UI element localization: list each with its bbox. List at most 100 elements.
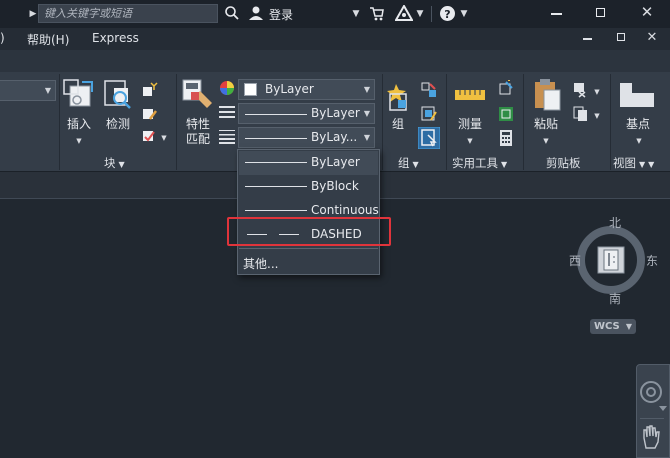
block-tools-dropdown-arrow-icon[interactable]: ▼ bbox=[159, 130, 169, 146]
color-combo[interactable]: ByLayer ▼ bbox=[238, 79, 375, 100]
match-properties-button-line1[interactable]: 特性 bbox=[182, 117, 214, 132]
linetype-icon[interactable] bbox=[219, 106, 235, 118]
color-combo-value: ByLayer bbox=[265, 82, 314, 96]
viewcube-north-label[interactable]: 北 bbox=[609, 214, 621, 231]
doc-restore-icon[interactable] bbox=[617, 33, 625, 41]
color-swatch bbox=[244, 83, 257, 96]
viewcube-south-label[interactable]: 南 bbox=[609, 290, 621, 307]
ribbon-divider bbox=[446, 74, 447, 170]
base-point-button[interactable]: 基点 bbox=[620, 117, 656, 132]
match-properties-button-line2[interactable]: 匹配 bbox=[182, 132, 214, 147]
calculator-icon[interactable] bbox=[498, 130, 514, 146]
linetype-preview-solid bbox=[245, 210, 307, 211]
doc-close-icon[interactable]: ✕ bbox=[646, 30, 658, 46]
nav-divider bbox=[640, 418, 664, 419]
minimize-icon[interactable] bbox=[551, 13, 562, 15]
paste-button[interactable]: 粘贴 bbox=[530, 117, 562, 132]
select-all-icon[interactable] bbox=[498, 106, 514, 122]
wcs-button[interactable]: WCS ▼ bbox=[590, 319, 636, 334]
ribbon-tab-strip bbox=[0, 50, 670, 72]
help-icon[interactable]: ? bbox=[439, 5, 456, 22]
base-point-icon[interactable] bbox=[620, 83, 654, 109]
linetype-combo-value: ByLayer bbox=[311, 106, 360, 120]
block-panel-arrow-icon: ▼ bbox=[118, 160, 125, 169]
linetype-combo[interactable]: ByLayer ▼ bbox=[238, 103, 375, 124]
clipboard-panel-title[interactable]: 剪贴板 bbox=[546, 155, 581, 171]
lineweight-combo[interactable]: ByLay... ▼ bbox=[238, 127, 375, 148]
insert-block-icon[interactable] bbox=[62, 78, 96, 112]
cut-icon[interactable] bbox=[573, 82, 589, 98]
linetype-option-byblock[interactable]: ByBlock bbox=[239, 175, 378, 199]
search-icon[interactable] bbox=[224, 5, 240, 21]
edit-attributes-icon[interactable] bbox=[142, 128, 158, 144]
ribbon-divider bbox=[610, 74, 611, 170]
detect-button[interactable]: 检测 bbox=[102, 117, 134, 132]
user-icon[interactable] bbox=[248, 5, 264, 21]
linetype-combo-preview bbox=[245, 114, 307, 115]
lineweight-combo-value: ByLay... bbox=[311, 130, 358, 144]
insert-button[interactable]: 插入 bbox=[64, 117, 94, 132]
svg-text:?: ? bbox=[444, 8, 450, 21]
paste-icon[interactable] bbox=[532, 78, 562, 112]
group-select-icon[interactable] bbox=[418, 127, 440, 149]
linetype-option-other[interactable]: 其他... bbox=[239, 251, 378, 275]
app-dropdown-arrow-icon[interactable]: ▼ bbox=[415, 6, 425, 22]
nav-dropdown-arrow-icon[interactable] bbox=[659, 404, 667, 412]
copy-icon[interactable] bbox=[573, 106, 589, 122]
help-dropdown-arrow-icon[interactable]: ▼ bbox=[459, 6, 469, 22]
view-panel-title[interactable]: 视图 ▼ ▼ bbox=[613, 155, 654, 171]
block-panel-title[interactable]: 块 ▼ bbox=[104, 155, 125, 171]
search-input[interactable]: 键入关键字或短语 bbox=[38, 4, 218, 23]
viewcube-east-label[interactable]: 东 bbox=[646, 252, 658, 269]
ungroup-icon[interactable] bbox=[421, 82, 437, 98]
linetype-other-label: 其他... bbox=[243, 257, 279, 271]
close-icon[interactable]: ✕ bbox=[640, 4, 654, 20]
login-button[interactable]: 登录 bbox=[269, 6, 293, 23]
linetype-option-label: Continuous bbox=[311, 203, 379, 217]
doc-minimize-icon[interactable] bbox=[583, 38, 592, 40]
pan-hand-icon[interactable] bbox=[640, 424, 662, 450]
match-properties-icon[interactable] bbox=[181, 78, 215, 112]
steering-wheel-icon[interactable] bbox=[639, 380, 663, 404]
cart-icon[interactable] bbox=[369, 6, 385, 22]
layer-combo-partial[interactable]: ▼ bbox=[0, 80, 56, 101]
menu-item-partial[interactable]: ) bbox=[0, 31, 5, 45]
group-icon[interactable] bbox=[386, 80, 416, 114]
utilities-panel-arrow-icon: ▼ bbox=[501, 160, 508, 169]
linetype-option-bylayer[interactable]: ByLayer bbox=[239, 151, 378, 175]
titlebar-divider bbox=[431, 6, 432, 22]
expand-arrow-icon[interactable]: ▶ bbox=[28, 6, 38, 22]
dropdown-divider bbox=[239, 248, 378, 249]
measure-icon[interactable] bbox=[455, 88, 485, 102]
menu-item-help[interactable]: 帮助(H) bbox=[27, 31, 69, 48]
copy-dropdown-arrow-icon[interactable]: ▼ bbox=[592, 108, 602, 124]
menu-item-express[interactable]: Express bbox=[92, 31, 139, 45]
view-panel-arrow-icon: ▼ bbox=[639, 160, 646, 169]
ribbon-divider bbox=[176, 74, 177, 170]
autodesk-app-icon[interactable] bbox=[395, 5, 413, 21]
create-block-icon[interactable] bbox=[142, 82, 158, 98]
lineweight-icon[interactable] bbox=[219, 130, 235, 144]
measure-dropdown-arrow-icon[interactable]: ▼ bbox=[465, 133, 475, 149]
quick-select-icon[interactable] bbox=[498, 80, 514, 96]
insert-dropdown-arrow-icon[interactable]: ▼ bbox=[74, 133, 84, 149]
viewcube-west-label[interactable]: 西 bbox=[569, 252, 581, 269]
block-panel-title-text: 块 bbox=[104, 156, 116, 170]
group-edit-icon[interactable] bbox=[421, 106, 437, 122]
edit-block-icon[interactable] bbox=[142, 106, 158, 122]
utilities-panel-title[interactable]: 实用工具 ▼ bbox=[452, 155, 507, 171]
groups-panel-arrow-icon: ▼ bbox=[412, 160, 419, 169]
login-dropdown-arrow-icon[interactable]: ▼ bbox=[350, 6, 362, 22]
color-wheel-icon[interactable] bbox=[219, 80, 235, 96]
base-point-dropdown-arrow-icon[interactable]: ▼ bbox=[634, 133, 644, 149]
groups-panel-title[interactable]: 组 ▼ bbox=[398, 155, 419, 171]
detect-icon[interactable] bbox=[102, 78, 134, 112]
cut-dropdown-arrow-icon[interactable]: ▼ bbox=[592, 84, 602, 100]
restore-icon[interactable] bbox=[596, 8, 605, 17]
measure-button[interactable]: 测量 bbox=[454, 117, 486, 132]
view-panel-title-text: 视图 bbox=[613, 156, 636, 170]
paste-dropdown-arrow-icon[interactable]: ▼ bbox=[541, 133, 551, 149]
group-button[interactable]: 组 bbox=[388, 117, 408, 132]
lineweight-combo-preview bbox=[245, 138, 307, 139]
wcs-label: WCS bbox=[594, 321, 620, 332]
